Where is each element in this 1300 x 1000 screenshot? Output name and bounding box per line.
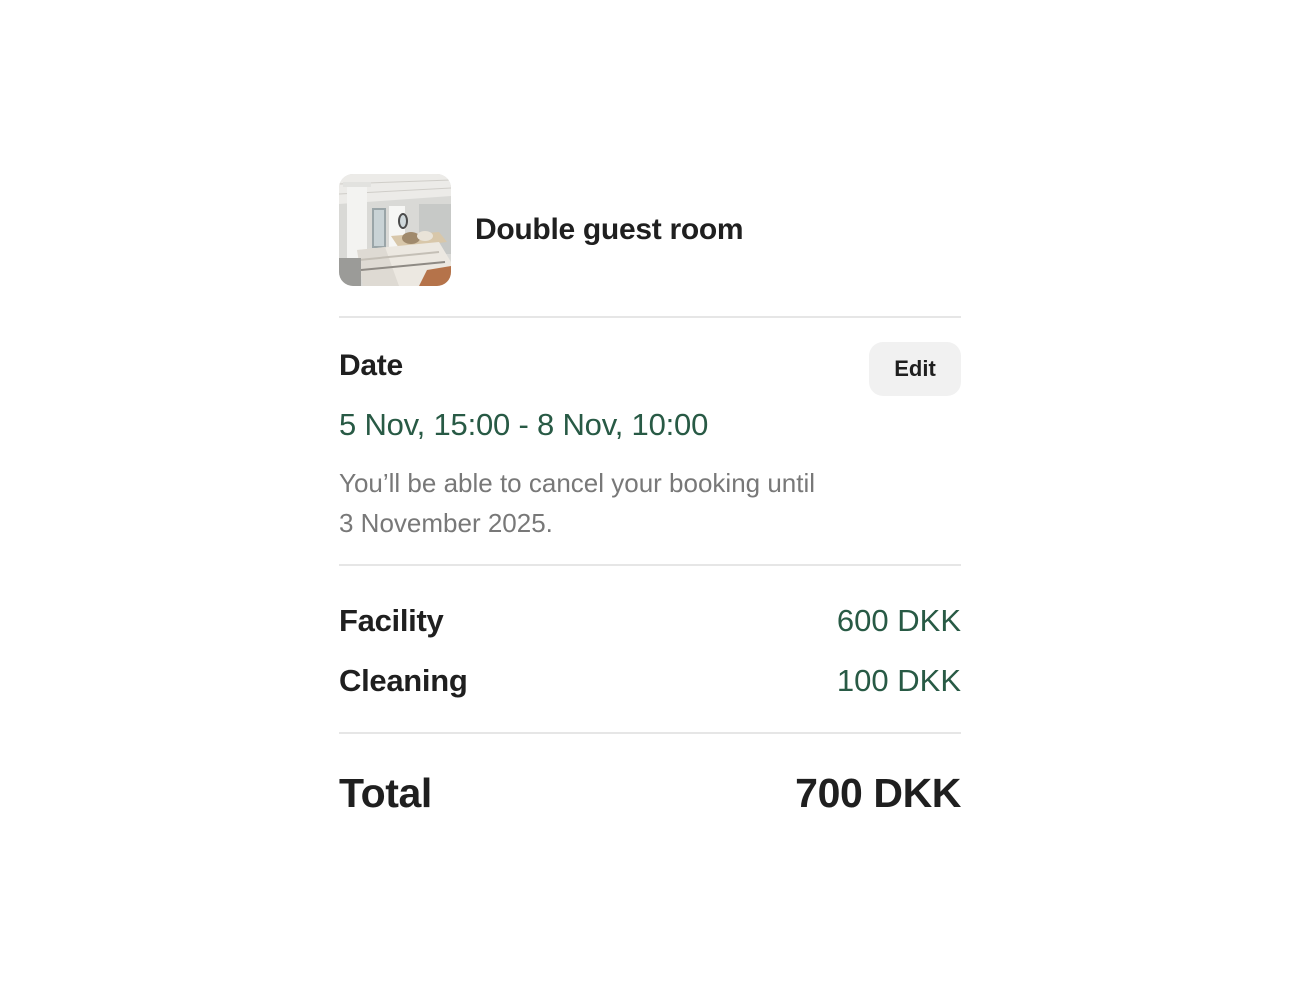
total-label: Total: [339, 769, 432, 816]
total-row: Total 700 DKK: [339, 768, 961, 818]
date-section: Date Edit 5 Nov, 15:00 - 8 Nov, 10:00 Yo…: [339, 318, 961, 564]
room-title: Double guest room: [475, 213, 744, 246]
bedroom-photo-icon: [339, 174, 451, 286]
date-label: Date: [339, 349, 403, 382]
room-thumbnail: [339, 174, 451, 286]
price-value: 100 DKK: [836, 663, 961, 698]
price-row-cleaning: Cleaning 100 DKK: [339, 661, 961, 701]
price-value: 600 DKK: [836, 603, 961, 638]
price-label: Facility: [339, 603, 444, 638]
total-value: 700 DKK: [795, 769, 961, 816]
booking-summary: Double guest room Date Edit 5 Nov, 15:00…: [339, 174, 961, 834]
total-section: Total 700 DKK: [339, 734, 961, 834]
price-breakdown: Facility 600 DKK Cleaning 100 DKK: [339, 566, 961, 732]
date-range: 5 Nov, 15:00 - 8 Nov, 10:00: [339, 407, 709, 442]
edit-date-button[interactable]: Edit: [869, 342, 961, 396]
price-row-facility: Facility 600 DKK: [339, 601, 961, 641]
cancellation-note: You’ll be able to cancel your booking un…: [339, 468, 816, 538]
room-header: Double guest room: [339, 174, 961, 286]
price-label: Cleaning: [339, 663, 468, 698]
